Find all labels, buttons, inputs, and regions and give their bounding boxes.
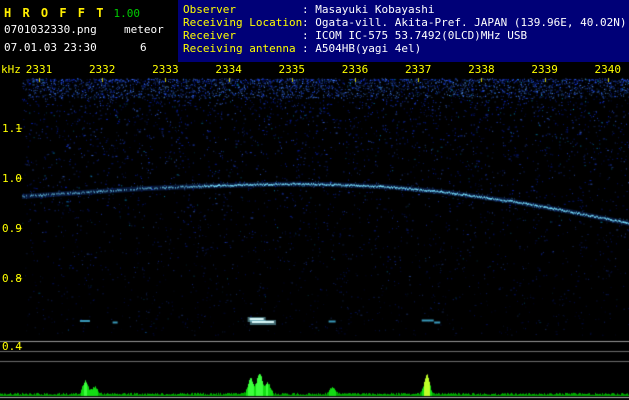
time-label: 2337 <box>404 63 432 76</box>
time-label: 2333 <box>152 63 179 76</box>
info-label: Receiver <box>183 29 236 42</box>
freq-tick-label: 1.0 <box>2 172 22 185</box>
info-value: : Ogata-vill. Akita-Pref. JAPAN (139.96E… <box>302 16 627 29</box>
info-row: Observer : Masayuki Kobayashi <box>178 3 629 16</box>
info-value: : ICOM IC-575 53.7492(0LCD)MHz USB <box>302 29 528 42</box>
info-label: Receiving Location <box>183 16 303 29</box>
time-label: 2336 <box>341 63 369 76</box>
app-title: H R O F F T <box>4 6 106 20</box>
time-label: 2338 <box>468 63 495 76</box>
info-row: Receiver : ICOM IC-575 53.7492(0LCD)MHz U… <box>178 29 629 42</box>
info-row: Receiving Location: Ogata-vill. Akita-Pr… <box>178 16 629 29</box>
time-label: 2340 <box>594 63 622 76</box>
freq-tick-label: 1.1 <box>2 122 22 135</box>
info-row: Receiving antenna : A504HB(yagi 4el) <box>178 42 629 55</box>
freq-tick-label: 0.8 <box>2 272 22 285</box>
time-label: 2335 <box>278 63 306 76</box>
time-label: 2339 <box>531 63 558 76</box>
info-label: Receiving antenna <box>183 42 296 55</box>
freq-tick-label: 0.9 <box>2 222 22 235</box>
observation-datetime: 07.01.03 23:30 <box>4 41 97 54</box>
header-left: H R O F F T 1.00 0701032330.png meteor 07… <box>0 0 178 62</box>
output-filename: 0701032330.png <box>4 23 97 36</box>
time-label: 2334 <box>215 63 242 76</box>
freq-unit-label: kHz <box>1 63 21 76</box>
time-label: 2332 <box>88 63 116 76</box>
mode-label: meteor <box>124 23 164 36</box>
meteor-count: 6 <box>140 41 147 54</box>
info-label: Observer <box>183 3 236 16</box>
time-label: 2331 <box>25 63 53 76</box>
title-row: H R O F F T 1.00 <box>4 2 140 21</box>
bottom-scale-label: 0.4 <box>2 340 22 353</box>
info-value: : A504HB(yagi 4el) <box>302 42 422 55</box>
observer-info-panel: Observer : Masayuki Kobayashi Receiving Lo… <box>178 0 629 62</box>
info-value: : Masayuki Kobayashi <box>302 3 435 16</box>
app-version: 1.00 <box>113 7 140 20</box>
hrofft-output-image: H R O F F T 1.00 0701032330.png meteor 07… <box>0 0 629 400</box>
